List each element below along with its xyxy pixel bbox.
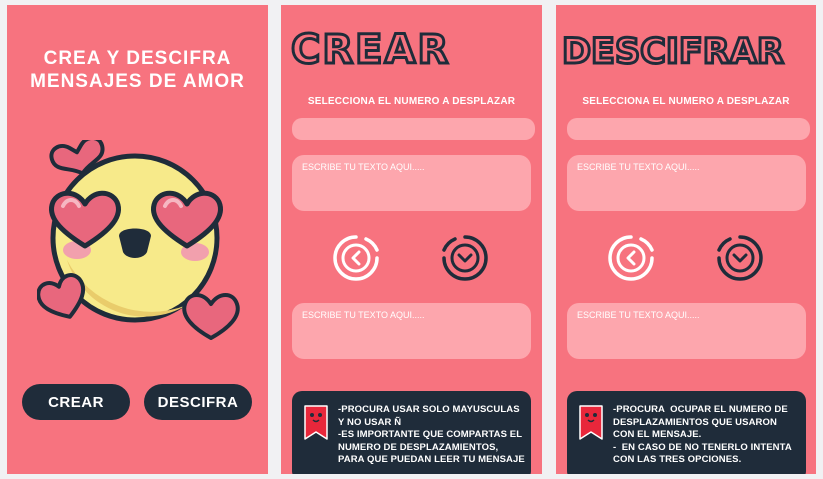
descifrar-info-box: -PROCURA OCUPAR EL NUMERO DE DESPLAZAMIE… — [567, 391, 806, 474]
descifrar-tip-line: CON LAS TRES OPCIONES. — [613, 454, 742, 465]
descifrar-tip-line: CON EL MENSAJE. — [613, 429, 702, 440]
descifrar-shift-input[interactable] — [567, 118, 810, 140]
descifrar-tips: -PROCURA OCUPAR EL NUMERO DE DESPLAZAMIE… — [613, 404, 800, 467]
home-title: CREA Y DESCIFRA MENSAJES DE AMOR — [7, 47, 268, 93]
crear-screen: CREAR SELECCIONA EL NUMERO A DESPLAZAR -… — [281, 5, 542, 474]
chevron-left-circle-icon[interactable] — [332, 234, 380, 282]
crear-title: CREAR — [290, 26, 450, 75]
chevron-left-circle-icon[interactable] — [607, 234, 655, 282]
crear-tip-line: PARA QUE PUEDAN LEER TU MENSAJE — [338, 454, 525, 465]
bookmark-face-icon — [579, 405, 603, 440]
crear-tips: -PROCURA USAR SOLO MAYUSCULAS Y NO USAR … — [338, 404, 525, 467]
chevron-down-circle-icon[interactable] — [716, 234, 764, 282]
crear-info-box: -PROCURA USAR SOLO MAYUSCULAS Y NO USAR … — [292, 391, 531, 474]
home-title-line1: CREA Y DESCIFRA — [43, 48, 232, 69]
descifra-button[interactable]: DESCIFRA — [144, 384, 252, 420]
crear-input-textarea[interactable] — [292, 155, 531, 211]
descifrar-title: DESCIFRAR — [562, 31, 785, 74]
crear-output-textarea[interactable] — [292, 303, 531, 359]
descifrar-title-text: DESCIFRAR — [562, 32, 784, 72]
crear-title-text: CREAR — [291, 27, 450, 73]
crear-shift-label: SELECCIONA EL NUMERO A DESPLAZAR — [307, 96, 516, 107]
home-title-line2: MENSAJES DE AMOR — [30, 71, 245, 92]
descifrar-screen: DESCIFRAR SELECCIONA EL NUMERO A DESPLAZ… — [556, 5, 816, 474]
home-screen: CREA Y DESCIFRA MENSAJES DE AMOR CREAR D… — [7, 5, 268, 474]
crear-tip-line: -PROCURA USAR SOLO MAYUSCULAS — [338, 404, 520, 415]
descifrar-tip-line: DESPLAZAMIENTOS QUE USARON — [613, 416, 777, 428]
crear-button[interactable]: CREAR — [22, 384, 130, 420]
crear-tip-line: Y NO USAR Ñ — [338, 416, 402, 428]
chevron-down-circle-icon[interactable] — [441, 234, 489, 282]
descifrar-output-textarea[interactable] — [567, 303, 806, 359]
descifrar-tip-line: -PROCURA OCUPAR EL NUMERO DE — [613, 404, 788, 415]
crear-shift-input[interactable] — [292, 118, 535, 140]
bookmark-face-icon — [304, 405, 328, 440]
crear-tip-line: -ES IMPORTANTE QUE COMPARTAS EL — [338, 429, 523, 440]
descifrar-tip-line: - EN CASO DE NO TENERLO INTENTA — [613, 441, 792, 453]
heart-eyes-emoji-icon — [37, 140, 240, 340]
descifrar-input-textarea[interactable] — [567, 155, 806, 211]
crear-tip-line: NUMERO DE DESPLAZAMIENTOS, — [338, 441, 499, 453]
descifrar-shift-label: SELECCIONA EL NUMERO A DESPLAZAR — [582, 96, 790, 107]
